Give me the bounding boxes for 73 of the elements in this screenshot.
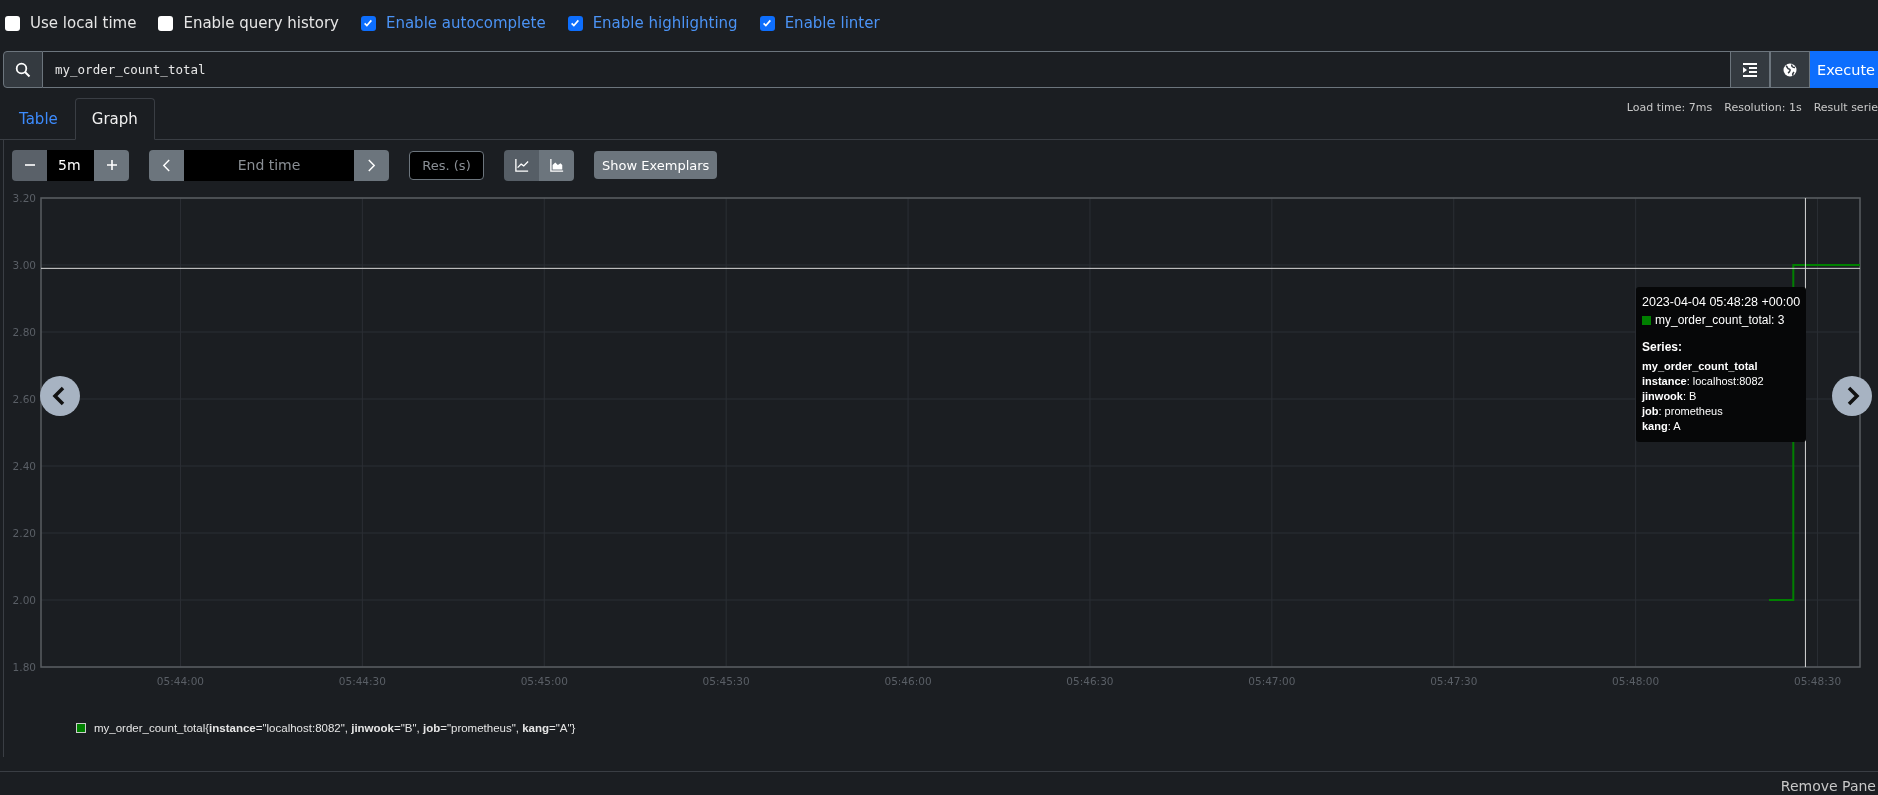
y-axis-label: 3.00 [12, 259, 36, 271]
legend-label[interactable]: my_order_count_total{instance="localhost:8082", jinwook="B", job="prometheus", kang="A"} [94, 722, 576, 734]
line-chart-icon [514, 158, 529, 172]
option-label: Enable linter [784, 14, 880, 32]
tab[interactable]: Table [2, 98, 75, 140]
tooltip-label: instance: localhost:8082 [1642, 374, 1765, 389]
stat-text: Resolution: 1s [1724, 101, 1802, 116]
previous-page-button[interactable] [40, 376, 80, 416]
x-axis-label: 05:48:00 [1612, 675, 1660, 687]
checkbox[interactable] [158, 15, 174, 31]
chevron-left-icon [162, 158, 171, 172]
y-axis-label: 3.20 [12, 192, 36, 204]
show-exemplars-button[interactable]: Show Exemplars [594, 151, 718, 179]
checkbox[interactable] [360, 15, 376, 31]
stat-text: Result serie [1813, 101, 1878, 116]
option-label: Enable query history [183, 14, 339, 32]
checkbox[interactable] [567, 15, 583, 31]
tooltip-label: jinwook: B [1642, 389, 1698, 404]
check-icon [761, 17, 774, 29]
query-input[interactable]: my_order_count_total [43, 51, 1730, 88]
x-axis-label: 05:47:30 [1430, 675, 1478, 687]
tab[interactable]: Graph [74, 98, 155, 140]
x-axis-label: 05:47:00 [1248, 675, 1296, 687]
increase-range-button[interactable] [94, 149, 129, 181]
y-axis-label: 2.60 [12, 393, 36, 405]
series-swatch [1642, 315, 1651, 325]
search-button[interactable] [3, 51, 43, 88]
area-chart-icon [549, 158, 564, 172]
checkbox[interactable] [5, 15, 20, 31]
next-page-button[interactable] [1832, 376, 1872, 416]
x-axis-label: 05:44:00 [156, 675, 205, 687]
end-time-field[interactable]: End time [184, 149, 354, 181]
metrics-explorer-button[interactable] [1770, 51, 1810, 88]
next-time-button[interactable] [354, 149, 389, 181]
stacked-mode-button[interactable] [539, 149, 574, 181]
y-axis-label: 2.80 [12, 326, 36, 338]
y-axis-label: 2.00 [12, 594, 36, 606]
tooltip-heading: Series: [1642, 340, 1684, 354]
format-button[interactable] [1730, 51, 1770, 88]
check-icon [362, 17, 375, 29]
legend-swatch[interactable] [76, 723, 86, 733]
x-axis-label: 05:46:30 [1066, 675, 1114, 687]
x-axis-label: 05:46:00 [884, 675, 932, 687]
tooltip-label: my_order_count_total [1642, 359, 1759, 374]
previous-time-button[interactable] [149, 149, 184, 181]
stat-text: Load time: 7ms [1626, 101, 1713, 116]
tooltip-value: my_order_count_total: 3 [1655, 313, 1785, 327]
checkbox[interactable] [759, 15, 775, 31]
option-label: Enable autocomplete [385, 14, 546, 32]
y-axis-label: 2.40 [12, 460, 36, 472]
check-icon [569, 17, 582, 29]
option-label: Use local time [30, 14, 137, 32]
line-mode-button[interactable] [504, 149, 539, 181]
range-input[interactable]: 5m [47, 149, 94, 181]
tooltip-label: job: prometheus [1642, 404, 1724, 419]
plus-icon [105, 159, 118, 171]
indent-list-icon [1742, 61, 1758, 78]
option-label: Enable highlighting [592, 14, 738, 32]
tooltip-label: kang: A [1642, 419, 1682, 434]
x-axis-label: 05:45:00 [520, 675, 568, 687]
execute-button[interactable]: Execute [1810, 51, 1878, 88]
x-axis-label: 05:45:30 [702, 675, 750, 687]
resolution-field[interactable]: Res. (s) [409, 150, 484, 180]
remove-panel-link[interactable]: Remove Pane [1780, 778, 1876, 794]
chevron-right-icon [367, 158, 376, 172]
globe-icon [1782, 61, 1798, 78]
search-icon [15, 61, 31, 78]
decrease-range-button[interactable] [12, 149, 47, 181]
y-axis-label: 2.20 [12, 527, 36, 539]
y-axis-label: 1.80 [12, 661, 36, 673]
x-axis-label: 05:48:30 [1793, 675, 1842, 687]
x-axis-label: 05:44:30 [338, 675, 386, 687]
tooltip-time: 2023-04-04 05:48:28 +00:00 [1642, 295, 1801, 309]
